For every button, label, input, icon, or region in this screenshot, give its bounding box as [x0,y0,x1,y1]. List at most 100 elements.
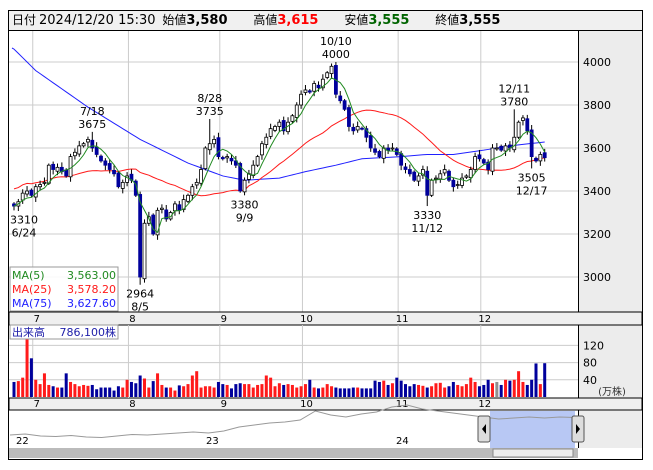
month-label: 11 [396,314,409,325]
volume-bar [156,373,160,397]
volume-bar [473,381,477,397]
candle-down [499,145,504,151]
volume-bar [491,383,494,397]
ma25-value: 3,578.20 [67,283,116,296]
volume-bar [499,384,503,397]
volume-bar [21,377,25,397]
candle-down [307,90,312,93]
volume-bar [190,375,194,397]
volume-bar [260,384,264,397]
navigator-year-label: 23 [206,436,219,447]
navigator-right-handle[interactable] [571,415,585,443]
volume-bar [56,387,59,397]
volume-bar [508,380,512,397]
annotation-line1: 3380 [231,198,259,211]
volume-bar [460,386,464,397]
volume-bar [243,384,247,397]
candle-up [512,136,517,151]
volume-bar [404,384,407,397]
price-tick-label: 4000 [583,56,611,69]
candle-up [303,89,308,93]
month-label: 9 [221,314,227,325]
month-label: 10 [300,399,313,410]
annotation-line2: 9/9 [236,211,254,224]
annotation-line2: 3780 [500,95,528,108]
annotation-line2: 11/12 [411,222,443,235]
volume-tick-label: 40 [583,374,597,387]
candle-up [242,179,247,193]
candle-up [120,181,125,189]
annotation-line2: 3675 [78,118,106,131]
volume-bar [290,384,294,397]
candle-up [521,117,525,121]
volume-tick-label: 80 [583,357,597,370]
annotation-line2: 6/24 [12,226,37,239]
volume-value: 786,100株 [60,325,117,339]
candle-up [390,147,395,150]
scrollbar-thumb[interactable] [492,448,574,458]
stock-chart-window: 日付 2024/12/20 15:30 始値3,580 高値3,615 安値3,5… [0,0,653,470]
volume-bar [160,384,164,397]
ma25-label: MA(25) [12,283,52,296]
candle-up [429,179,434,196]
candle-up [33,186,38,198]
candle-up [42,181,47,184]
candlestick-chart[interactable]: 4000 3800 3600 3400 3200 3000 33106/24 7/18367… [0,0,653,470]
candle-up [142,222,147,280]
candle-up [325,72,330,78]
grid [9,30,642,448]
volume-bar [51,386,55,397]
candle-down [107,163,112,170]
candle-down [534,157,538,162]
annotation-line1: 12/11 [498,82,530,95]
volume-bar [238,383,242,397]
candle-down [425,170,430,196]
candle-up [68,156,73,178]
candle-up [264,136,269,145]
volume-bar [447,386,451,397]
candle-up [190,186,195,196]
month-label: 7 [34,314,40,325]
volume-bar [343,388,347,397]
volume-bar [277,383,281,397]
volume-bar [303,384,307,397]
candle-up [503,145,508,152]
annotation-line1: 2964 [126,288,154,301]
volume-bar [256,384,260,397]
volume-bar [269,377,273,397]
volume-bar [90,384,94,397]
volume-bar [12,381,16,397]
annotation-line1: 3330 [413,209,441,222]
volume-bar [64,373,68,397]
candle-up [312,83,317,92]
volume-bar [108,387,112,397]
volume-bar [399,380,403,397]
candle-down [399,153,404,166]
volume-bar [386,384,390,397]
candle-down [407,169,412,175]
volume-bar [312,387,316,397]
candle-down [64,169,69,177]
candle-up [277,121,282,127]
candle-up [473,156,478,170]
navigator-left-handle[interactable] [477,415,491,443]
candle-down [220,157,225,160]
volume-bar [216,381,220,397]
volume-bar [408,386,412,397]
volume-bar [151,381,155,397]
candle-up [464,175,469,178]
volume-bar [169,387,173,397]
volume-bar [42,373,46,397]
volume-bar [477,386,481,397]
candle-up [77,145,82,155]
candle-down [216,137,221,157]
volume-bar [173,390,177,397]
candle-down [360,127,364,130]
volume-bar [525,384,529,397]
volume-bar [199,387,203,397]
volume-bar [86,385,90,397]
month-label: 8 [129,399,135,410]
annotation-line2: 12/17 [516,184,548,197]
candle-down [90,139,95,149]
candle-down [51,163,56,170]
